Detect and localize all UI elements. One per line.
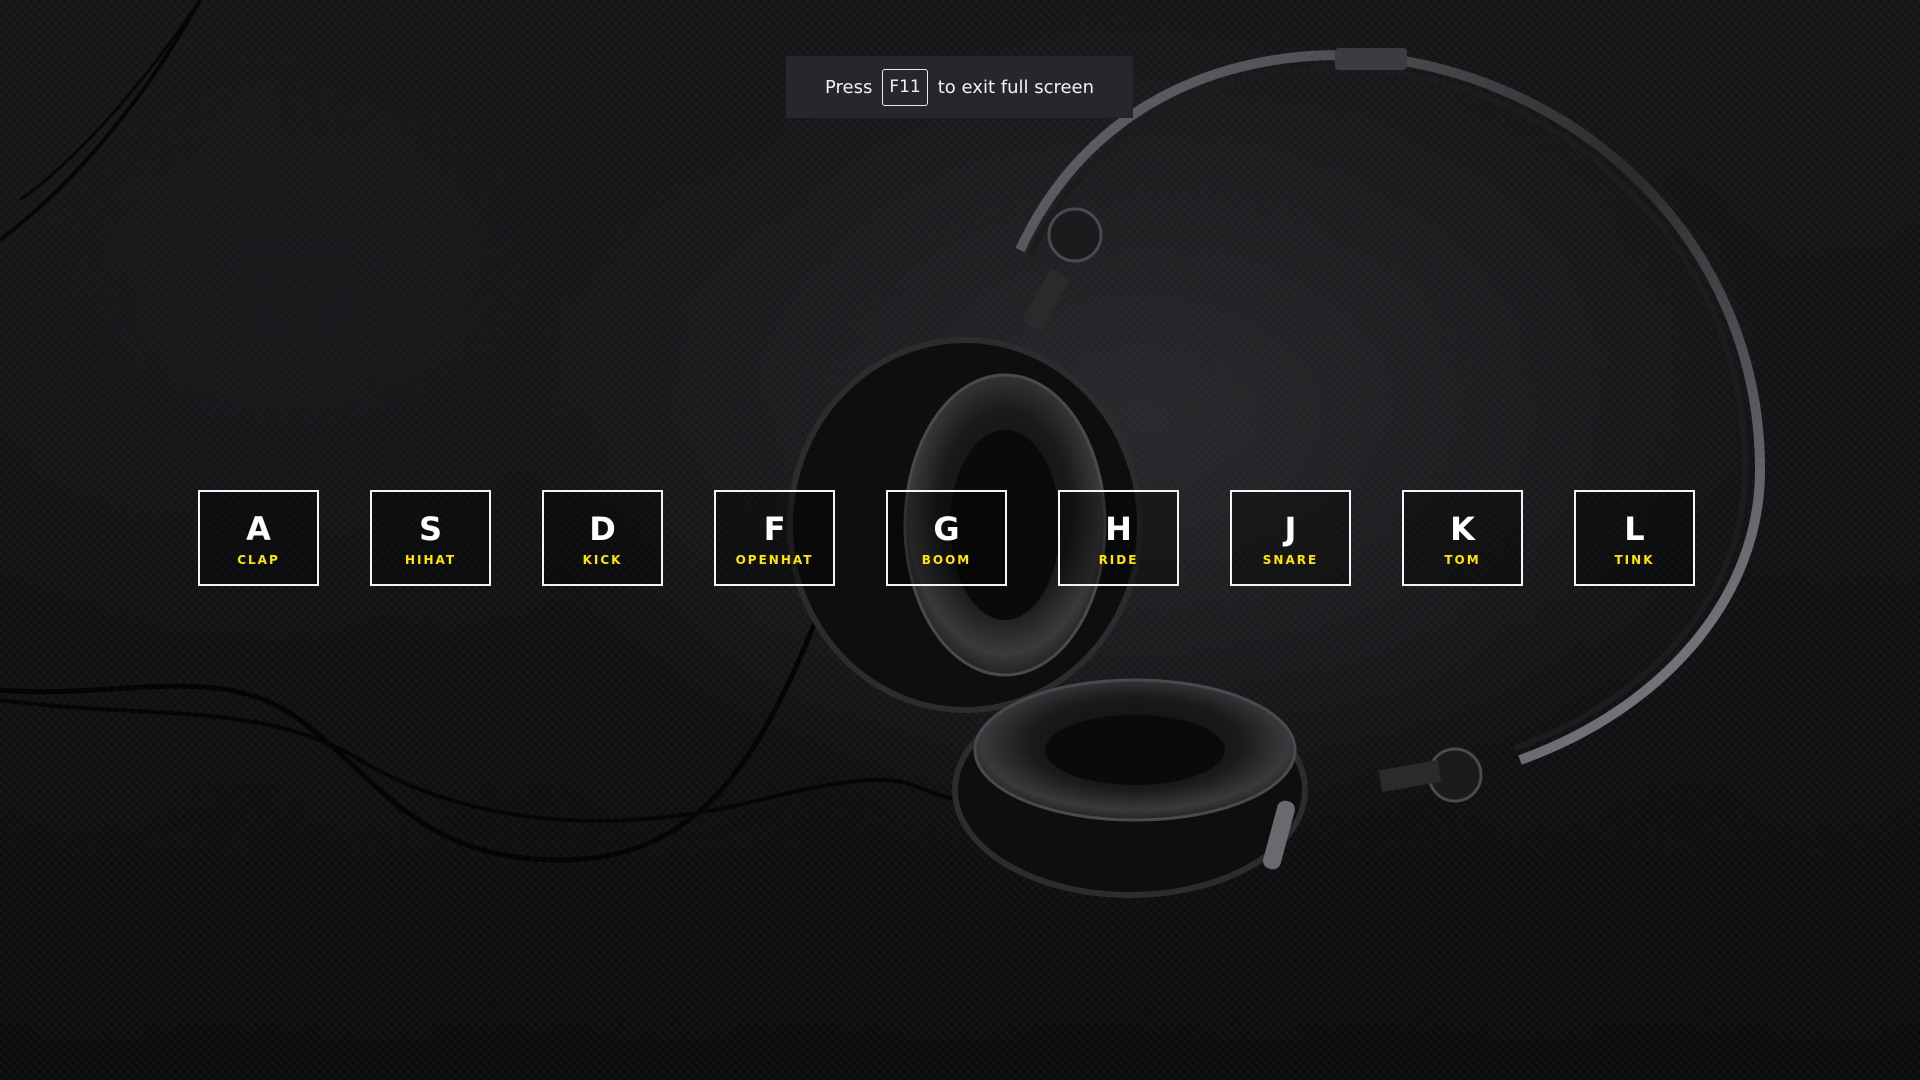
- key-letter: L: [1624, 510, 1645, 548]
- drum-keys-row: A CLAP S HIHAT D KICK F OPENHAT G BOOM H…: [198, 490, 1695, 586]
- fullscreen-exit-banner: Press F11 to exit full screen: [786, 56, 1133, 118]
- key-letter: H: [1105, 510, 1132, 548]
- fullscreen-banner-suffix: to exit full screen: [937, 76, 1095, 98]
- key-letter: A: [246, 510, 271, 548]
- key-sound-label: HIHAT: [404, 553, 457, 567]
- drum-key-s[interactable]: S HIHAT: [370, 490, 491, 586]
- key-letter: K: [1450, 510, 1475, 548]
- drum-key-h[interactable]: H RIDE: [1058, 490, 1179, 586]
- drum-key-j[interactable]: J SNARE: [1230, 490, 1351, 586]
- key-sound-label: OPENHAT: [735, 553, 814, 567]
- drum-key-a[interactable]: A CLAP: [198, 490, 319, 586]
- key-letter: D: [589, 510, 616, 548]
- key-letter: J: [1284, 510, 1297, 548]
- f11-key-badge: F11: [882, 68, 928, 106]
- key-letter: S: [418, 510, 443, 548]
- fullscreen-banner-prefix: Press: [824, 76, 873, 98]
- key-letter: F: [763, 510, 786, 548]
- key-sound-label: KICK: [582, 553, 623, 567]
- key-sound-label: TOM: [1444, 553, 1481, 567]
- drum-key-k[interactable]: K TOM: [1402, 490, 1523, 586]
- drum-key-d[interactable]: D KICK: [542, 490, 663, 586]
- key-sound-label: CLAP: [237, 553, 280, 567]
- drum-key-l[interactable]: L TINK: [1574, 490, 1695, 586]
- drum-key-f[interactable]: F OPENHAT: [714, 490, 835, 586]
- key-sound-label: BOOM: [921, 553, 972, 567]
- drum-key-g[interactable]: G BOOM: [886, 490, 1007, 586]
- key-sound-label: SNARE: [1262, 553, 1319, 567]
- key-sound-label: TINK: [1614, 553, 1655, 567]
- key-letter: G: [933, 510, 960, 548]
- drum-kit-page: Press F11 to exit full screen A CLAP S H…: [0, 0, 1920, 1080]
- key-sound-label: RIDE: [1098, 553, 1139, 567]
